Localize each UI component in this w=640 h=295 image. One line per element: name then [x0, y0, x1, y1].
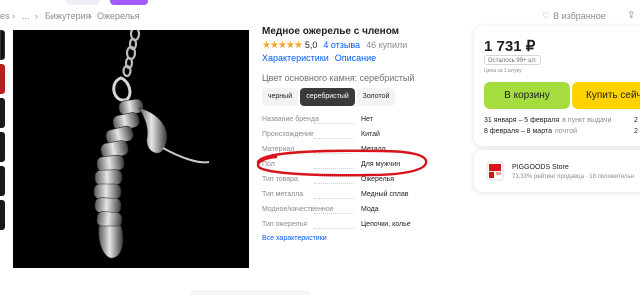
spec-key: Модное/качественное — [262, 206, 334, 213]
tab-indicator[interactable] — [66, 0, 100, 5]
thumbnail[interactable] — [0, 200, 5, 230]
store-logo-icon[interactable] — [486, 160, 504, 182]
spec-key: Пол — [262, 161, 275, 168]
delivery-option[interactable]: 31 января – 5 февраля в пункт выдачи — [484, 117, 611, 124]
product-photo[interactable] — [13, 30, 249, 268]
spec-key: Название бренда — [262, 116, 319, 123]
delivery-method: в пункт выдачи — [562, 117, 612, 124]
spec-value: Медный сплав — [361, 191, 409, 198]
spec-key: Происхождение — [262, 131, 314, 138]
delivery-dates: 31 января – 5 февраля — [484, 117, 560, 124]
color-option-black[interactable]: черный — [262, 88, 298, 106]
price: 1 731 ₽ — [484, 38, 536, 55]
thumbnail[interactable] — [0, 98, 5, 128]
breadcrumb-separator: › — [12, 11, 15, 21]
pendant-image — [93, 30, 210, 259]
rating-stars: ★★★★★ — [262, 40, 303, 51]
breadcrumb-item[interactable]: Ожерелья — [97, 11, 140, 21]
delivery-count: 2 — [634, 117, 638, 124]
rating-score: 5,0 — [304, 40, 318, 50]
breadcrumb-separator: › — [35, 11, 38, 21]
color-option-gold[interactable]: Золотой — [357, 88, 395, 106]
favorite-button[interactable]: ♡ В избранное — [542, 11, 606, 22]
spec-value: Мода — [361, 206, 379, 213]
spec-dots — [314, 213, 354, 214]
specs-link[interactable]: Характеристики — [262, 53, 329, 63]
color-option-silver[interactable]: серебристый — [300, 88, 355, 106]
bought-count: 46 купили — [366, 40, 408, 50]
spec-dots — [314, 138, 354, 139]
thumbnail[interactable] — [0, 64, 5, 94]
rating-row: ★★★★★ 5,0 4 отзыва 46 купили — [262, 40, 407, 51]
spec-dots — [314, 153, 354, 154]
top-tab-strip — [0, 0, 640, 6]
spec-value: Китай — [361, 131, 380, 138]
spec-dots — [314, 228, 354, 229]
favorite-label: В избранное — [553, 11, 606, 21]
thumbnail[interactable] — [0, 132, 5, 162]
thumbnail[interactable] — [0, 166, 5, 196]
spec-value: Металл — [361, 146, 386, 153]
spec-dots — [314, 198, 354, 199]
spec-key: Тип товара — [262, 176, 298, 183]
spec-key: Тип металла — [262, 191, 304, 198]
delivery-dates: 8 февраля – 8 марта — [484, 128, 552, 135]
breadcrumb-item[interactable]: es — [0, 11, 10, 21]
spec-dots — [314, 168, 354, 169]
seller-name[interactable]: PIGGOODS Store — [512, 164, 569, 171]
per-unit-label: Цена за 1 штуку — [484, 68, 522, 74]
breadcrumb-item[interactable]: ... — [22, 11, 30, 21]
thumbnail[interactable] — [0, 30, 5, 60]
spec-value: Нет — [361, 116, 373, 123]
buy-now-button[interactable]: Купить сейчас — [572, 82, 640, 109]
color-label: Цвет основного камня: серебристый — [262, 73, 415, 83]
spec-key: Материал — [262, 146, 295, 153]
share-icon[interactable]: ⇪ — [627, 10, 635, 21]
breadcrumb-item[interactable]: Бижутерия — [45, 11, 91, 21]
tab-indicator[interactable] — [110, 0, 148, 5]
heart-icon: ♡ — [542, 11, 551, 21]
description-link[interactable]: Описание — [335, 53, 376, 63]
seller-rating: 73,33% рейтинг продавца · 18 положительн — [512, 174, 634, 180]
delivery-count: 2 — [634, 128, 638, 135]
all-specs-link[interactable]: Все характеристики — [262, 235, 327, 242]
section-links: Характеристики Описание — [262, 53, 376, 63]
spec-key: Тип ожерелья — [262, 221, 308, 228]
spec-value: Ожерелья — [361, 176, 395, 183]
stock-badge: Осталось 99+ шт. — [484, 55, 541, 65]
spec-value: Для мужчин — [361, 161, 401, 168]
spec-value: Цепочки, колье — [361, 221, 411, 228]
delivery-option[interactable]: 8 февраля – 8 марта почтой — [484, 128, 577, 135]
add-to-cart-button[interactable]: В корзину — [484, 82, 570, 109]
spec-dots — [314, 123, 354, 124]
breadcrumb-separator: › — [89, 11, 92, 21]
spec-dots — [314, 183, 354, 184]
delivery-method: почтой — [554, 128, 578, 135]
product-title: Медное ожерелье с членом — [262, 26, 400, 37]
bottom-edge-element — [190, 290, 310, 295]
reviews-link[interactable]: 4 отзыва — [323, 40, 360, 50]
